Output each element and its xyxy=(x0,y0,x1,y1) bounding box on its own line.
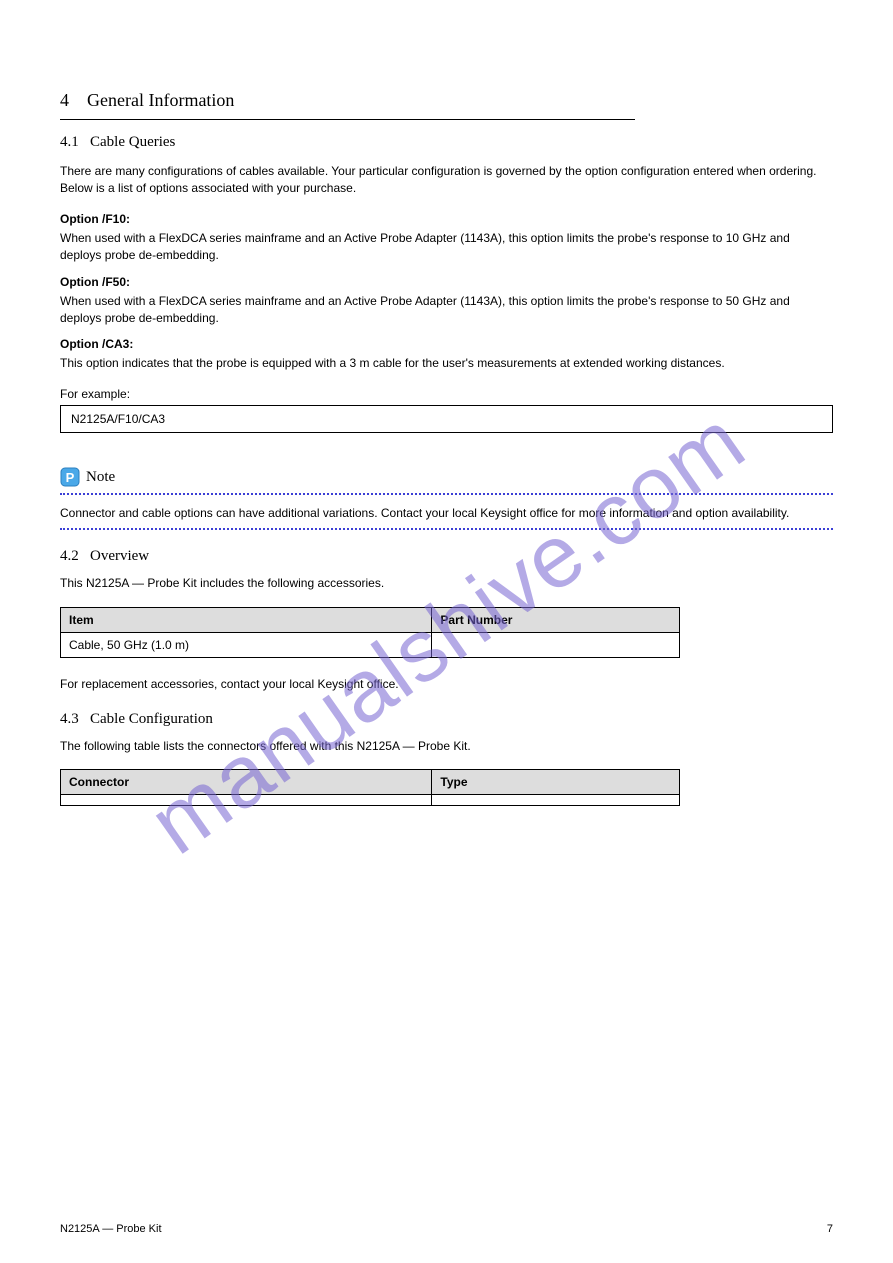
cable-config-heading: 4.3 Cable Configuration xyxy=(60,711,833,728)
table1-header-0: Item xyxy=(61,607,432,632)
table-row: Cable, 50 GHz (1.0 m) xyxy=(61,632,680,657)
section-heading: 4 General Information xyxy=(60,90,833,111)
option-text-0: When used with a FlexDCA series mainfram… xyxy=(60,230,833,265)
table-header-row: Item Part Number xyxy=(61,607,680,632)
svg-text:P: P xyxy=(66,470,75,485)
option-name-1: Option /F50: xyxy=(60,275,833,289)
table1-cell-0-0: Cable, 50 GHz (1.0 m) xyxy=(61,632,432,657)
option-block-0: Option /F10: When used with a FlexDCA se… xyxy=(60,212,833,265)
cable-config-text: The following table lists the connectors… xyxy=(60,738,833,755)
subsection-number: 4.1 xyxy=(60,134,79,150)
footer-page-number: 7 xyxy=(827,1223,833,1235)
table2-header-1: Type xyxy=(432,770,680,795)
option-name-2: Option /CA3: xyxy=(60,337,833,351)
intro-paragraph: There are many configurations of cables … xyxy=(60,163,833,198)
note-divider-top xyxy=(60,493,833,495)
table1-header-1: Part Number xyxy=(432,607,680,632)
section-number: 4 xyxy=(60,90,69,110)
page-content: 4 General Information 4.1 Cable Queries … xyxy=(0,0,893,864)
cable-config-title: Cable Configuration xyxy=(90,711,213,727)
note-header-row: P Note xyxy=(60,467,833,487)
note-label: Note xyxy=(86,467,115,487)
subsection-title: Cable Queries xyxy=(90,134,175,150)
section-title: General Information xyxy=(87,90,234,110)
table-row xyxy=(61,795,680,806)
table1-cell-0-1 xyxy=(432,632,680,657)
footer-left: N2125A — Probe Kit xyxy=(60,1223,162,1235)
overview-heading: 4.2 Overview xyxy=(60,548,833,565)
overview-title: Overview xyxy=(90,548,149,564)
example-frame: N2125A/F10/CA3 xyxy=(60,405,833,433)
table1-note: For replacement accessories, contact you… xyxy=(60,676,833,693)
option-block-1: Option /F50: When used with a FlexDCA se… xyxy=(60,275,833,328)
table-header-row: Connector Type xyxy=(61,770,680,795)
option-block-2: Option /CA3: This option indicates that … xyxy=(60,337,833,372)
table2-cell-0-1 xyxy=(432,795,680,806)
table2-cell-0-0 xyxy=(61,795,432,806)
example-block: For example: N2125A/F10/CA3 xyxy=(60,387,833,433)
connectors-table: Connector Type xyxy=(60,769,680,806)
subsection-heading: 4.1 Cable Queries xyxy=(60,134,833,151)
table2-header-0: Connector xyxy=(61,770,432,795)
cable-config-number: 4.3 xyxy=(60,711,79,727)
note-divider-bottom xyxy=(60,528,833,530)
page-footer: N2125A — Probe Kit 7 xyxy=(60,1223,833,1235)
note-icon: P xyxy=(60,467,80,487)
overview-text: This N2125A — Probe Kit includes the fol… xyxy=(60,575,833,592)
section-heading-row: 4 General Information xyxy=(60,90,833,120)
option-text-2: This option indicates that the probe is … xyxy=(60,355,833,372)
note-body: Connector and cable options can have add… xyxy=(60,505,833,522)
option-name-0: Option /F10: xyxy=(60,212,833,226)
example-label: For example: xyxy=(60,387,833,401)
option-text-1: When used with a FlexDCA series mainfram… xyxy=(60,293,833,328)
overview-number: 4.2 xyxy=(60,548,79,564)
section-underline xyxy=(60,119,635,120)
accessories-table: Item Part Number Cable, 50 GHz (1.0 m) xyxy=(60,607,680,658)
